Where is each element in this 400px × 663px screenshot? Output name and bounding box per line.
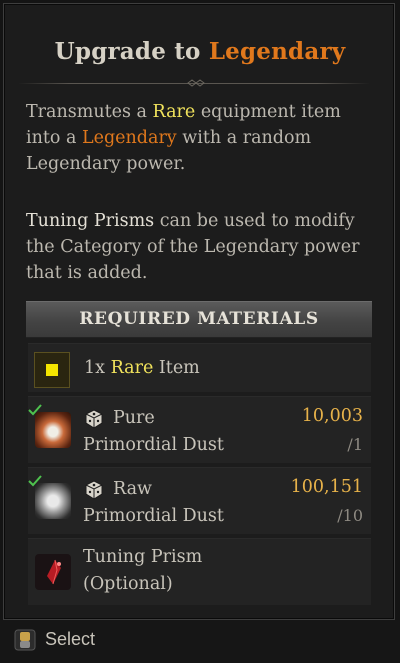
- tuning-prism-icon: [35, 554, 71, 590]
- dice-icon: [85, 480, 103, 500]
- raw-dust-name-line2: Primordial Dust: [83, 506, 224, 526]
- description-paragraph-2: Tuning Prisms can be used to modify the …: [26, 208, 376, 286]
- tuning-prism-optional: (Optional): [83, 574, 173, 594]
- raw-dust-owned-count: 100,151: [290, 477, 363, 497]
- title-prefix: Upgrade to: [54, 38, 209, 65]
- material-row-raw-dust[interactable]: Raw Primordial Dust 100,151 /10: [28, 467, 371, 534]
- dice-icon: [85, 409, 103, 429]
- tuning-prism-name: Tuning Prism: [83, 547, 203, 567]
- pure-dust-name-line2: Primordial Dust: [83, 435, 224, 455]
- description-paragraph-1: Transmutes a Rare equipment item into a …: [26, 99, 376, 177]
- pure-dust-name-line1: Pure: [113, 408, 155, 428]
- material-row-pure-dust[interactable]: Pure Primordial Dust 10,003 /1: [28, 396, 371, 463]
- desc1-rare: Rare: [152, 102, 196, 122]
- desc1-legendary: Legendary: [82, 128, 177, 148]
- raw-dust-icon: [35, 483, 71, 519]
- select-key-icon[interactable]: [14, 629, 36, 651]
- material-row-tuning-prism[interactable]: Tuning Prism (Optional): [28, 538, 371, 605]
- desc2-tuning-prisms: Tuning Prisms: [26, 211, 155, 231]
- pure-dust-required-count: /1: [347, 435, 363, 454]
- pure-dust-icon: [35, 412, 71, 448]
- rare-item-icon: [34, 352, 70, 388]
- pure-dust-owned-count: 10,003: [301, 406, 363, 426]
- desc1-text-a: Transmutes a: [26, 102, 153, 122]
- material-row-rare-item[interactable]: 1x Rare Item: [28, 343, 371, 392]
- tooltip-title: Upgrade to Legendary: [0, 38, 400, 65]
- divider-ornament-icon: [187, 79, 205, 87]
- select-label[interactable]: Select: [45, 629, 95, 650]
- required-materials-header: REQUIRED MATERIALS: [26, 301, 372, 338]
- rare-item-label: 1x Rare Item: [84, 358, 200, 378]
- title-highlight: Legendary: [208, 38, 346, 65]
- raw-dust-name-line1: Raw: [113, 479, 152, 499]
- raw-dust-required-count: /10: [337, 506, 363, 525]
